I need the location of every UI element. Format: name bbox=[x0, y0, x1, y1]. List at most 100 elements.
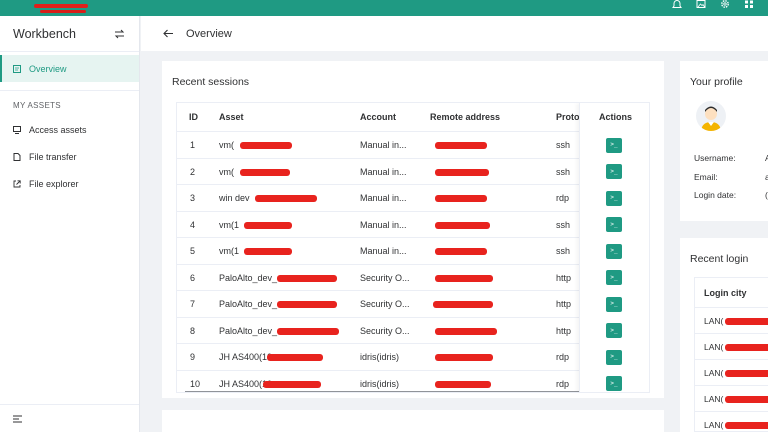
sidebar-item-file-transfer[interactable]: File transfer bbox=[0, 143, 139, 170]
sidebar-item-file-explorer[interactable]: File explorer bbox=[0, 170, 139, 197]
redacted-asset bbox=[244, 248, 292, 255]
sidebar-item-label: Overview bbox=[29, 63, 67, 74]
cell-asset: vm(1 bbox=[219, 219, 239, 230]
cell-id: 9 bbox=[190, 352, 196, 362]
cell-protocol: http bbox=[556, 299, 572, 309]
terminal-icon: >_ bbox=[610, 326, 618, 334]
column-header-asset[interactable]: Asset bbox=[219, 112, 244, 122]
terminal-connect-button[interactable]: >_ bbox=[606, 243, 622, 259]
terminal-connect-button[interactable]: >_ bbox=[606, 296, 622, 312]
cell-asset: PaloAlto_dev_ bbox=[219, 299, 278, 309]
redacted-remote-address bbox=[435, 195, 487, 202]
redacted-asset bbox=[240, 142, 292, 149]
terminal-connect-button[interactable]: >_ bbox=[606, 164, 622, 179]
external-link-icon bbox=[13, 179, 21, 187]
list-item: LAN( bbox=[695, 386, 768, 412]
column-header-account[interactable]: Account bbox=[360, 112, 396, 122]
list-item: LAN( bbox=[695, 308, 768, 334]
cell-id: 1 bbox=[190, 140, 196, 150]
redacted-asset bbox=[277, 301, 337, 308]
dashboard-icon bbox=[13, 64, 21, 73]
sidebar-title: Workbench bbox=[13, 26, 76, 41]
top-icons bbox=[672, 0, 754, 10]
terminal-connect-button[interactable]: >_ bbox=[606, 137, 622, 153]
login-city-value: LAN( bbox=[704, 367, 724, 378]
redacted-asset bbox=[277, 274, 337, 282]
redacted-city bbox=[725, 370, 768, 377]
sidebar-footer bbox=[0, 404, 139, 432]
back-arrow-icon[interactable] bbox=[163, 29, 174, 38]
terminal-connect-button[interactable]: >_ bbox=[606, 323, 622, 338]
cell-account: idris(idris) bbox=[360, 378, 399, 389]
terminal-icon: >_ bbox=[610, 167, 618, 175]
terminal-connect-button[interactable]: >_ bbox=[606, 217, 622, 232]
terminal-connect-button[interactable]: >_ bbox=[606, 190, 622, 206]
cell-account: Manual in... bbox=[360, 219, 407, 230]
avatar bbox=[696, 101, 726, 131]
list-item: LAN( bbox=[695, 334, 768, 360]
monitor-icon bbox=[13, 125, 21, 134]
cell-asset: win dev bbox=[219, 193, 250, 203]
login-city-value: LAN( bbox=[704, 419, 724, 430]
cell-id: 3 bbox=[190, 193, 196, 203]
cell-protocol: http bbox=[556, 272, 572, 283]
cell-account: Manual in... bbox=[360, 140, 407, 150]
column-header-actions: Actions bbox=[599, 112, 633, 122]
sidebar-header: Workbench bbox=[0, 16, 139, 52]
column-header-protocol[interactable]: Proto bbox=[556, 112, 580, 122]
bell-icon[interactable] bbox=[672, 0, 682, 9]
redacted-city bbox=[725, 344, 768, 351]
sidebar-item-access-assets[interactable]: Access assets bbox=[0, 116, 139, 143]
column-header-login-city[interactable]: Login city bbox=[695, 278, 768, 308]
terminal-connect-button[interactable]: >_ bbox=[606, 270, 622, 285]
redacted-remote-address bbox=[435, 248, 487, 255]
grid-icon[interactable] bbox=[744, 0, 754, 9]
redacted-asset bbox=[267, 354, 323, 361]
column-header-id[interactable]: ID bbox=[189, 112, 198, 122]
redacted-remote-address bbox=[435, 221, 490, 229]
cell-protocol: ssh bbox=[556, 246, 571, 256]
redacted-remote-address bbox=[435, 142, 487, 149]
collapse-menu-icon[interactable] bbox=[13, 415, 22, 423]
redacted-remote-address bbox=[435, 168, 489, 176]
cell-account: Manual in... bbox=[360, 166, 407, 177]
terminal-connect-button[interactable]: >_ bbox=[606, 349, 622, 365]
redacted-asset bbox=[244, 221, 292, 229]
login-date-value: ( bbox=[765, 190, 768, 200]
redacted-city bbox=[725, 422, 768, 429]
top-bar bbox=[0, 0, 768, 16]
recent-sessions-card: Recent sessions ID Asset Account Remote … bbox=[162, 61, 664, 398]
terminal-icon: >_ bbox=[610, 247, 618, 254]
redacted-remote-address bbox=[435, 354, 493, 361]
profile-card: Your profile Username: A Email: a Login … bbox=[680, 61, 768, 221]
cell-protocol: rdp bbox=[556, 378, 570, 389]
cell-id: 10 bbox=[190, 378, 201, 389]
sidebar-item-overview[interactable]: Overview bbox=[0, 55, 139, 82]
terminal-connect-button[interactable]: >_ bbox=[606, 376, 622, 391]
profile-title: Your profile bbox=[690, 76, 743, 88]
cell-account: Manual in... bbox=[360, 246, 407, 256]
cell-id: 4 bbox=[190, 219, 196, 230]
redacted-remote-address bbox=[435, 380, 491, 388]
login-city-value: LAN( bbox=[704, 393, 724, 404]
sessions-table: ID Asset Account Remote address Proto 1 v… bbox=[176, 102, 650, 393]
login-city-value: LAN( bbox=[704, 315, 724, 326]
cell-asset: vm(1 bbox=[219, 246, 239, 256]
cell-protocol: http bbox=[556, 325, 572, 336]
cell-id: 8 bbox=[190, 325, 196, 336]
file-icon bbox=[13, 152, 21, 161]
redacted-city bbox=[725, 318, 768, 325]
gear-icon[interactable] bbox=[720, 0, 730, 9]
sidebar: Workbench Overview MY ASSETS Access asse… bbox=[0, 16, 140, 432]
logo-redacted bbox=[34, 2, 90, 13]
redacted-asset bbox=[240, 168, 290, 176]
page-header: Overview bbox=[141, 16, 768, 51]
image-icon[interactable] bbox=[696, 0, 706, 9]
switch-icon[interactable] bbox=[114, 29, 125, 39]
terminal-icon: >_ bbox=[610, 300, 618, 307]
terminal-icon: >_ bbox=[610, 353, 618, 360]
list-item: LAN( bbox=[695, 412, 768, 432]
column-header-remote-address[interactable]: Remote address bbox=[430, 112, 500, 122]
cell-protocol: ssh bbox=[556, 140, 571, 150]
username-label: Username: bbox=[694, 153, 736, 163]
